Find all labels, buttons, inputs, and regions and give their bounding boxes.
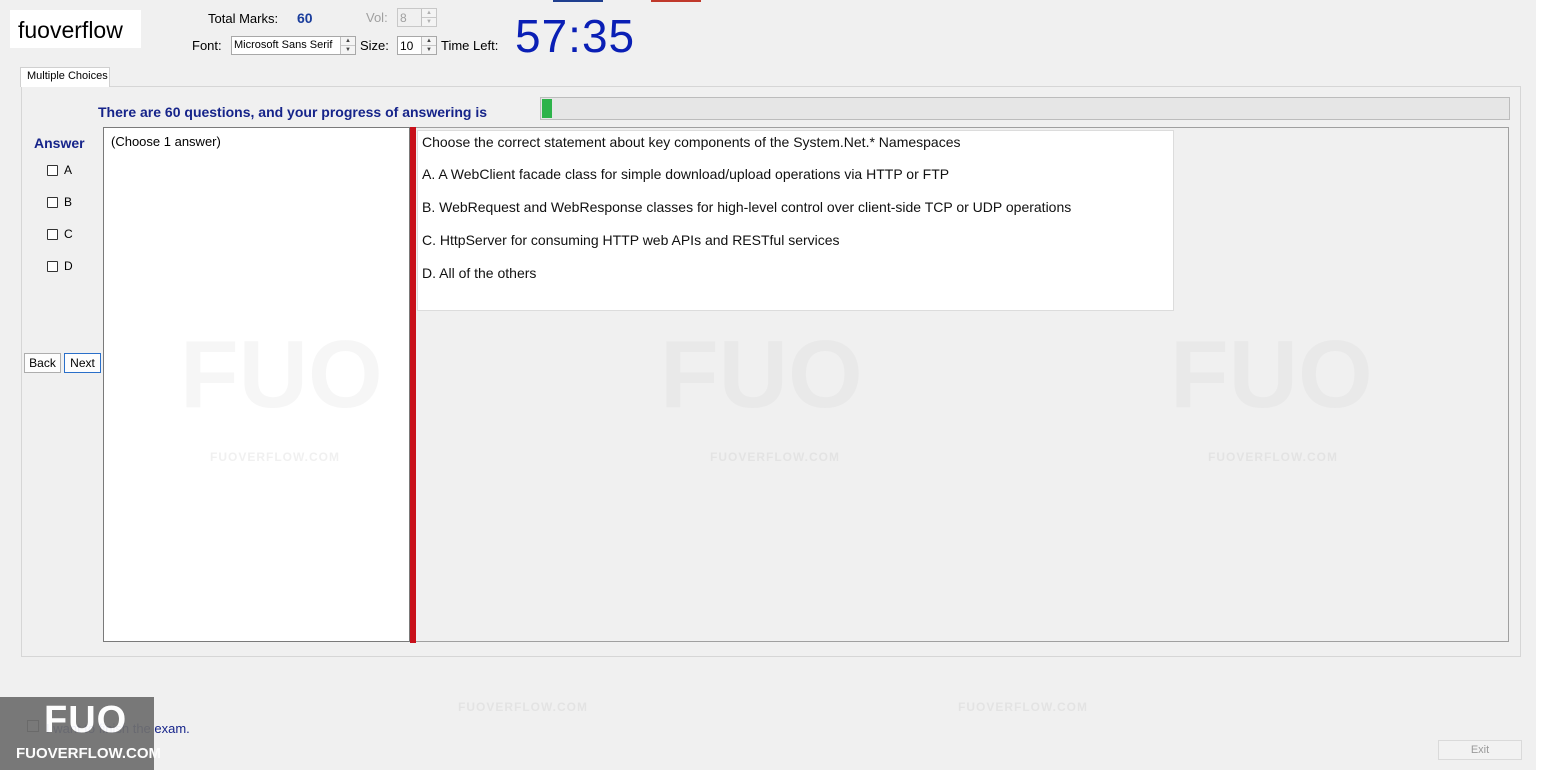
- watermark-logo: FUO: [180, 321, 383, 428]
- next-button[interactable]: Next: [64, 353, 101, 373]
- watermark-text: FUOVERFLOW.COM: [458, 700, 588, 714]
- top-accent-red: [651, 0, 701, 2]
- answer-hint: (Choose 1 answer): [111, 134, 221, 149]
- watermark-text: FUOVERFLOW.COM: [1208, 450, 1338, 464]
- answer-label: Answer: [34, 135, 85, 151]
- chevron-up-icon[interactable]: ▲: [341, 37, 355, 45]
- question-stem: Choose the correct statement about key c…: [422, 134, 961, 150]
- question-box: Choose the correct statement about key c…: [417, 130, 1174, 311]
- checkbox-d-label: D: [64, 259, 73, 273]
- badge-logo: FUO: [44, 699, 128, 741]
- checkbox-c-label: C: [64, 227, 73, 241]
- checkbox-b[interactable]: [47, 196, 58, 208]
- size-value: 10: [400, 39, 414, 53]
- question-option-d: D. All of the others: [422, 265, 537, 281]
- vol-value: 8: [400, 11, 407, 25]
- top-accent-blue: [553, 0, 603, 2]
- vol-spin-buttons[interactable]: ▲ ▼: [421, 9, 436, 26]
- answer-option-c[interactable]: C: [47, 227, 73, 241]
- question-option-a: A. A WebClient facade class for simple d…: [422, 166, 950, 182]
- total-marks-label: Total Marks:: [208, 11, 279, 26]
- countdown-timer: 57:35: [515, 10, 636, 62]
- chevron-up-icon[interactable]: ▲: [422, 9, 436, 17]
- watermark-logo: FUO: [660, 321, 863, 428]
- answer-option-b[interactable]: B: [47, 195, 72, 209]
- window-edge: [1536, 0, 1542, 770]
- chevron-down-icon[interactable]: ▼: [422, 17, 436, 26]
- font-value: Microsoft Sans Serif: [234, 39, 333, 51]
- font-label: Font:: [192, 38, 222, 53]
- time-left-label: Time Left:: [441, 38, 499, 53]
- badge-site: FUOVERFLOW.COM: [16, 745, 161, 762]
- font-spin-buttons[interactable]: ▲ ▼: [340, 37, 355, 54]
- progress-text: There are 60 questions, and your progres…: [98, 104, 487, 120]
- checkbox-d[interactable]: [47, 260, 58, 272]
- exit-button[interactable]: Exit: [1438, 740, 1522, 760]
- watermark-text: FUOVERFLOW.COM: [710, 450, 840, 464]
- vol-label: Vol:: [366, 10, 388, 25]
- font-selector[interactable]: Microsoft Sans Serif ▲ ▼: [231, 36, 356, 55]
- checkbox-a[interactable]: [47, 164, 58, 176]
- logo: fuoverflow: [18, 17, 123, 43]
- back-button[interactable]: Back: [24, 353, 61, 373]
- watermark-text: FUOVERFLOW.COM: [958, 700, 1088, 714]
- progress-bar: [540, 97, 1510, 120]
- watermark-logo: FUO: [1170, 321, 1373, 428]
- watermark-text: FUOVERFLOW.COM: [210, 450, 340, 464]
- answer-option-d[interactable]: D: [47, 259, 73, 273]
- total-marks-value: 60: [297, 10, 313, 26]
- chevron-up-icon[interactable]: ▲: [422, 37, 436, 45]
- chevron-down-icon[interactable]: ▼: [341, 45, 355, 54]
- chevron-down-icon[interactable]: ▼: [422, 45, 436, 54]
- size-spin-buttons[interactable]: ▲ ▼: [421, 37, 436, 54]
- question-option-c: C. HttpServer for consuming HTTP web API…: [422, 232, 840, 248]
- checkbox-c[interactable]: [47, 228, 58, 240]
- progress-fill: [542, 99, 552, 118]
- size-stepper[interactable]: 10 ▲ ▼: [397, 36, 437, 55]
- question-option-b: B. WebRequest and WebResponse classes fo…: [422, 199, 1072, 215]
- answer-option-a[interactable]: A: [47, 163, 72, 177]
- vol-stepper[interactable]: 8 ▲ ▼: [397, 8, 437, 27]
- checkbox-b-label: B: [64, 195, 73, 209]
- checkbox-a-label: A: [64, 163, 73, 177]
- watermark-badge: FUO FUOVERFLOW.COM: [0, 697, 161, 770]
- size-label: Size:: [360, 38, 389, 53]
- tab-multiple-choices[interactable]: Multiple Choices: [20, 67, 110, 87]
